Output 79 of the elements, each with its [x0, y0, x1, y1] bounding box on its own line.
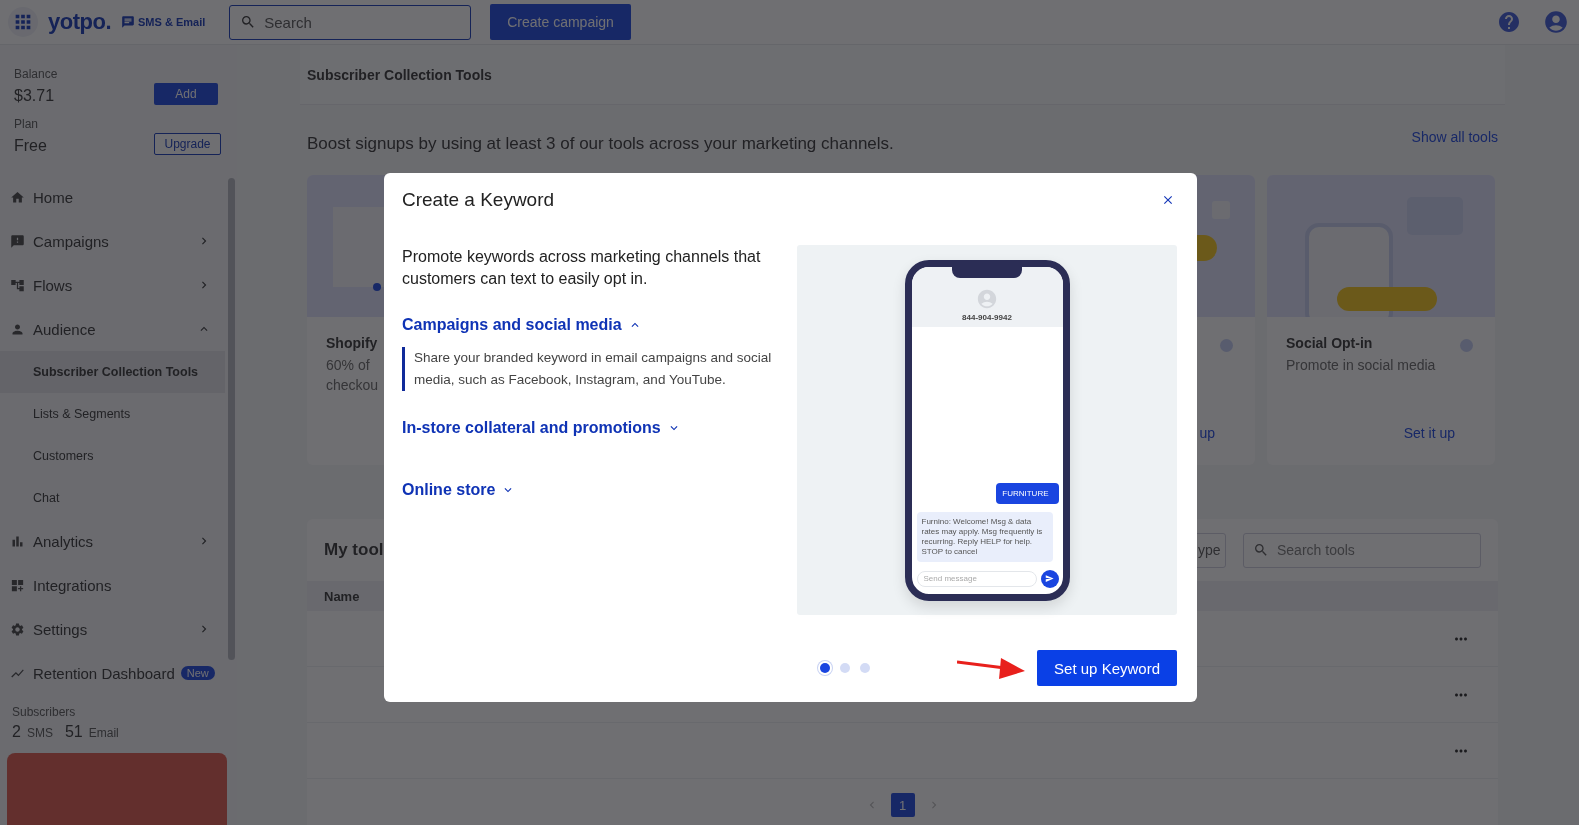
nav-icon	[10, 233, 25, 249]
phone-notch	[951, 266, 1022, 278]
balance-value: $3.71	[14, 87, 56, 105]
nav-icon	[10, 621, 25, 637]
card-description: Promote in social media	[1286, 356, 1436, 375]
set-up-keyword-button[interactable]: Set up Keyword	[1037, 650, 1177, 686]
close-button[interactable]	[1161, 193, 1175, 207]
accordion-header[interactable]: In-store collateral and promotions	[402, 416, 784, 440]
accordion-header[interactable]: Campaigns and social media	[402, 313, 784, 337]
nav-label: Analytics	[33, 532, 94, 550]
nav-label: Flows	[33, 276, 73, 294]
nav-icon	[10, 577, 25, 593]
accordion-header[interactable]: Online store	[402, 478, 784, 502]
card-title: Shopify	[326, 335, 379, 351]
page-button[interactable]: 1	[890, 793, 915, 817]
search-icon	[240, 14, 257, 30]
page-title: Subscriber Collection Tools	[307, 66, 492, 83]
send-icon	[1040, 569, 1059, 588]
nav-subitem[interactable]: Customers	[0, 435, 225, 477]
modal-title: Create a Keyword	[402, 189, 555, 211]
card-description: 60% of checkou	[326, 356, 379, 395]
column-header: Name	[324, 588, 360, 604]
avatar-icon	[976, 287, 998, 310]
create-campaign-button[interactable]: Create campaign	[490, 4, 631, 40]
nav-item[interactable]: Audience	[0, 307, 225, 351]
new-badge: New	[180, 666, 215, 680]
step-dot[interactable]	[819, 663, 830, 673]
nav-label: Home	[33, 188, 73, 206]
panel-title: My tool	[324, 540, 384, 560]
nav-label: Audience	[33, 320, 96, 338]
add-button[interactable]: Add	[154, 83, 218, 105]
nav-item[interactable]: Retention Dashboard New	[0, 651, 225, 695]
reply-message-bubble: Furnino: Welcome! Msg & data rates may apply. Msg frequently is recurring. Reply HELP for help. STOP to cancel	[916, 511, 1053, 562]
nav-label: Settings	[33, 620, 88, 638]
nav-icon	[10, 277, 25, 293]
nav-item[interactable]: Settings	[0, 607, 225, 651]
search-placeholder: Search	[264, 13, 312, 31]
sent-message-bubble: FURNITURE	[996, 482, 1059, 504]
nav-item[interactable]: Flows	[0, 263, 225, 307]
app-grid-icon[interactable]	[8, 7, 38, 37]
chat-icon	[121, 15, 135, 29]
intro-text: Boost signups by using at least 3 of our tools across your marketing channels.	[307, 134, 894, 154]
help-icon[interactable]	[1497, 10, 1521, 34]
accordion-content: Share your branded keyword in email campaigns and social media, such as Facebook, Instagram, and YouTube.	[402, 347, 784, 391]
email-label: Email	[88, 726, 119, 740]
sms-count: 2	[12, 723, 21, 741]
brand-logo: yotpo.	[48, 9, 111, 35]
subscribers-label: Subscribers	[12, 705, 77, 719]
set-up-link[interactable]: up	[1199, 425, 1215, 441]
phone-number: 844-904-9942	[962, 312, 1012, 322]
sms-label: SMS	[26, 726, 53, 740]
account-icon[interactable]	[1543, 9, 1569, 35]
nav-subitem[interactable]: Subscriber Collection Tools	[0, 351, 225, 393]
product-label: SMS & Email	[121, 15, 206, 29]
modal-description: Promote keywords across marketing channels that customers can text to easily opt in.	[402, 247, 762, 289]
plan-value: Free	[14, 137, 48, 155]
nav-item[interactable]: Integrations	[0, 563, 225, 607]
nav-subitem[interactable]: Chat	[0, 477, 225, 519]
nav-item[interactable]: Analytics	[0, 519, 225, 563]
card-title: Social Opt-in	[1286, 335, 1374, 351]
plan-label: Plan	[14, 117, 40, 131]
step-dot[interactable]	[839, 663, 850, 673]
balance-label: Balance	[14, 67, 59, 81]
search-icon	[1253, 542, 1269, 558]
set-up-link[interactable]: Set it up	[1403, 425, 1455, 441]
nav-label: Campaigns	[33, 232, 109, 250]
arrow-annotation-drawing	[957, 655, 1026, 681]
nav-item[interactable]: Campaigns	[0, 219, 225, 263]
email-count: 51	[64, 723, 83, 741]
nav-item[interactable]: Home	[0, 175, 225, 219]
show-all-tools-link[interactable]: Show all tools	[1411, 129, 1498, 145]
nav-label: Retention Dashboard	[33, 664, 175, 682]
search-field[interactable]: Search	[229, 4, 472, 40]
upgrade-button[interactable]: Upgrade	[154, 133, 221, 155]
nav-icon	[10, 189, 25, 205]
nav-label: Integrations	[33, 576, 112, 594]
step-dot[interactable]	[859, 663, 870, 673]
scrollbar-thumb[interactable]	[228, 178, 235, 660]
nav-subitem[interactable]: Lists & Segments	[0, 393, 225, 435]
